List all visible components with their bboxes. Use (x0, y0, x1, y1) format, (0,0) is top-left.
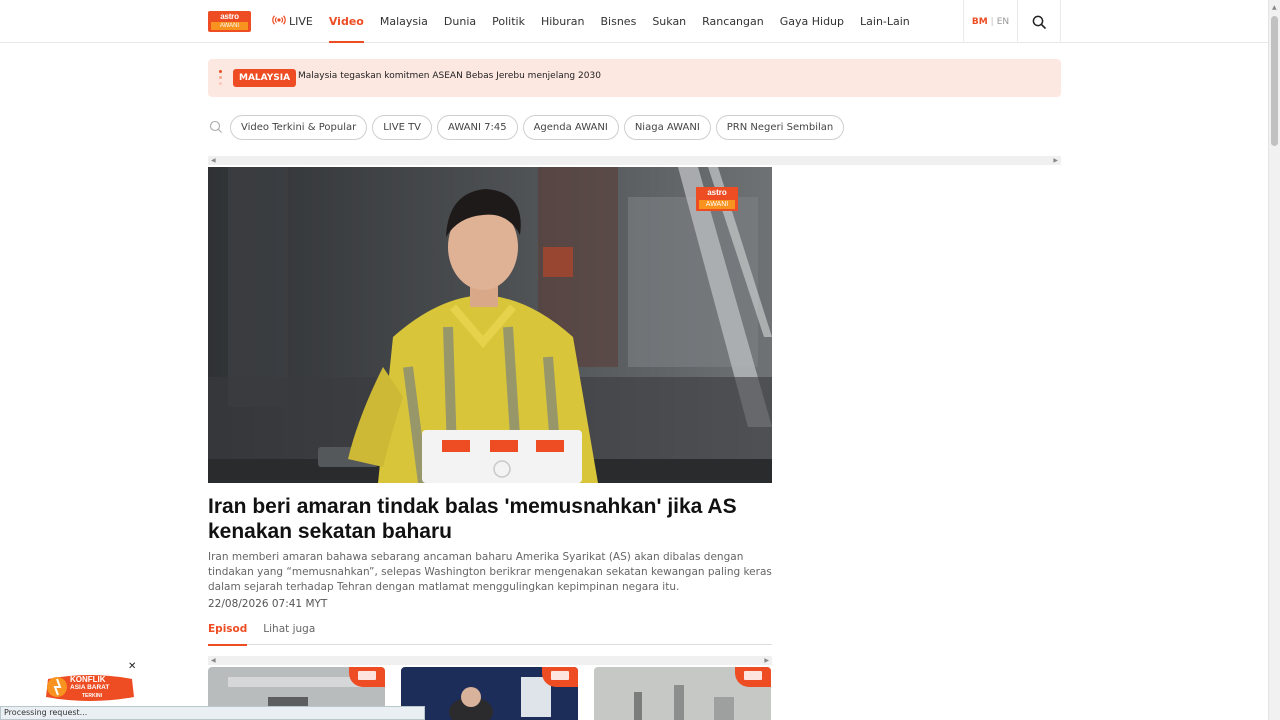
tag-live-tv[interactable]: LIVE TV (372, 114, 433, 140)
search-icon (209, 120, 222, 133)
episodes-scrollbar[interactable]: ◀ ▶ (208, 656, 772, 665)
scroll-right-icon[interactable]: ▶ (1053, 156, 1058, 165)
nav-item-gaya-hidup[interactable]: Gaya Hidup (780, 0, 844, 43)
nav-item-malaysia[interactable]: Malaysia (380, 0, 428, 43)
lang-bm[interactable]: BM (972, 17, 988, 27)
awani-badge-icon (735, 667, 771, 687)
scroll-right-icon[interactable]: ▶ (764, 656, 769, 665)
lang-separator: | (990, 16, 994, 27)
article-date: 22/08/2026 07:41 MYT (208, 598, 328, 610)
watermark-bottom: AWANI (705, 201, 729, 208)
site-header: astro AWANI LIVE Video Malaysia Dunia Po… (0, 0, 1268, 43)
tab-episod[interactable]: Episod (208, 620, 248, 646)
ticker-category-badge: MALAYSIA (233, 69, 297, 87)
tag-video-terkini[interactable]: Video Terkini & Popular (230, 114, 368, 140)
nav-item-live[interactable]: LIVE (272, 0, 313, 43)
article-description: Iran memberi amaran bahawa sebarang anca… (208, 551, 772, 593)
nav-item-video[interactable]: Video (328, 0, 364, 43)
nav-label: LIVE (289, 15, 313, 28)
logo-text-bottom: AWANI (211, 22, 248, 30)
lang-en[interactable]: EN (997, 17, 1009, 27)
breaking-news-ticker[interactable]: MALAYSIA Malaysia tegaskan komitmen ASEA… (208, 59, 1061, 97)
nav-item-sukan[interactable]: Sukan (652, 0, 686, 43)
video-frame (208, 167, 772, 483)
episode-thumbnail[interactable] (401, 667, 578, 720)
nav-item-bisnes[interactable]: Bisnes (601, 0, 637, 43)
tag-niaga-awani[interactable]: Niaga AWANI (623, 114, 711, 140)
main-nav: LIVE Video Malaysia Dunia Politik Hibura… (272, 0, 926, 43)
tag-prn-negeri-sembilan[interactable]: PRN Negeri Sembilan (715, 114, 845, 140)
nav-item-rancangan[interactable]: Rancangan (702, 0, 764, 43)
video-player[interactable]: astro AWANI (208, 167, 772, 483)
language-switcher: BM | EN (963, 0, 1018, 43)
topic-tags: Video Terkini & Popular LIVE TV AWANI 7:… (208, 114, 849, 140)
astro-awani-logo[interactable]: astro AWANI (208, 11, 251, 32)
nav-item-dunia[interactable]: Dunia (444, 0, 476, 43)
promo-line2: ASIA BARAT (70, 684, 110, 691)
promo-line3: TERKINI (82, 693, 102, 699)
scroll-up-icon[interactable]: ▲ (1272, 4, 1277, 11)
nav-item-lain-lain[interactable]: Lain-Lain (860, 0, 910, 43)
nav-item-politik[interactable]: Politik (492, 0, 525, 43)
watermark-top: astro (707, 188, 727, 197)
browser-status-bar: Processing request... (0, 706, 425, 720)
article-title: Iran beri amaran tindak balas 'memusnahk… (208, 495, 737, 543)
awani-badge-icon (542, 667, 578, 687)
nav-item-hiburan[interactable]: Hiburan (541, 0, 585, 43)
ticker-headline[interactable]: Malaysia tegaskan komitmen ASEAN Bebas J… (298, 71, 601, 81)
scroll-left-icon[interactable]: ◀ (211, 656, 216, 665)
broadcast-icon (272, 15, 286, 28)
awani-badge-icon (349, 667, 385, 687)
content-tabs: Episod Lihat juga (208, 620, 772, 646)
promo-line1: KONFLIK (70, 675, 106, 684)
episode-thumbnail[interactable] (594, 667, 771, 720)
logo-text-top: astro (220, 12, 239, 21)
close-icon[interactable]: ✕ (128, 661, 136, 672)
konflik-asia-barat-promo[interactable]: KONFLIK ASIA BARAT TERKINI (44, 673, 136, 703)
search-icon (1032, 15, 1046, 29)
tab-lihat-juga[interactable]: Lihat juga (263, 620, 315, 645)
page-scrollbar[interactable]: ▲ (1268, 0, 1280, 720)
tag-agenda-awani[interactable]: Agenda AWANI (522, 114, 619, 140)
search-button[interactable] (1018, 0, 1061, 43)
tag-awani-745[interactable]: AWANI 7:45 (437, 114, 518, 140)
ticker-dots-icon (219, 70, 222, 88)
scrollbar-thumb[interactable] (1271, 16, 1278, 146)
scroll-left-icon[interactable]: ◀ (211, 156, 216, 165)
tags-scrollbar[interactable]: ◀ ▶ (208, 156, 1061, 165)
